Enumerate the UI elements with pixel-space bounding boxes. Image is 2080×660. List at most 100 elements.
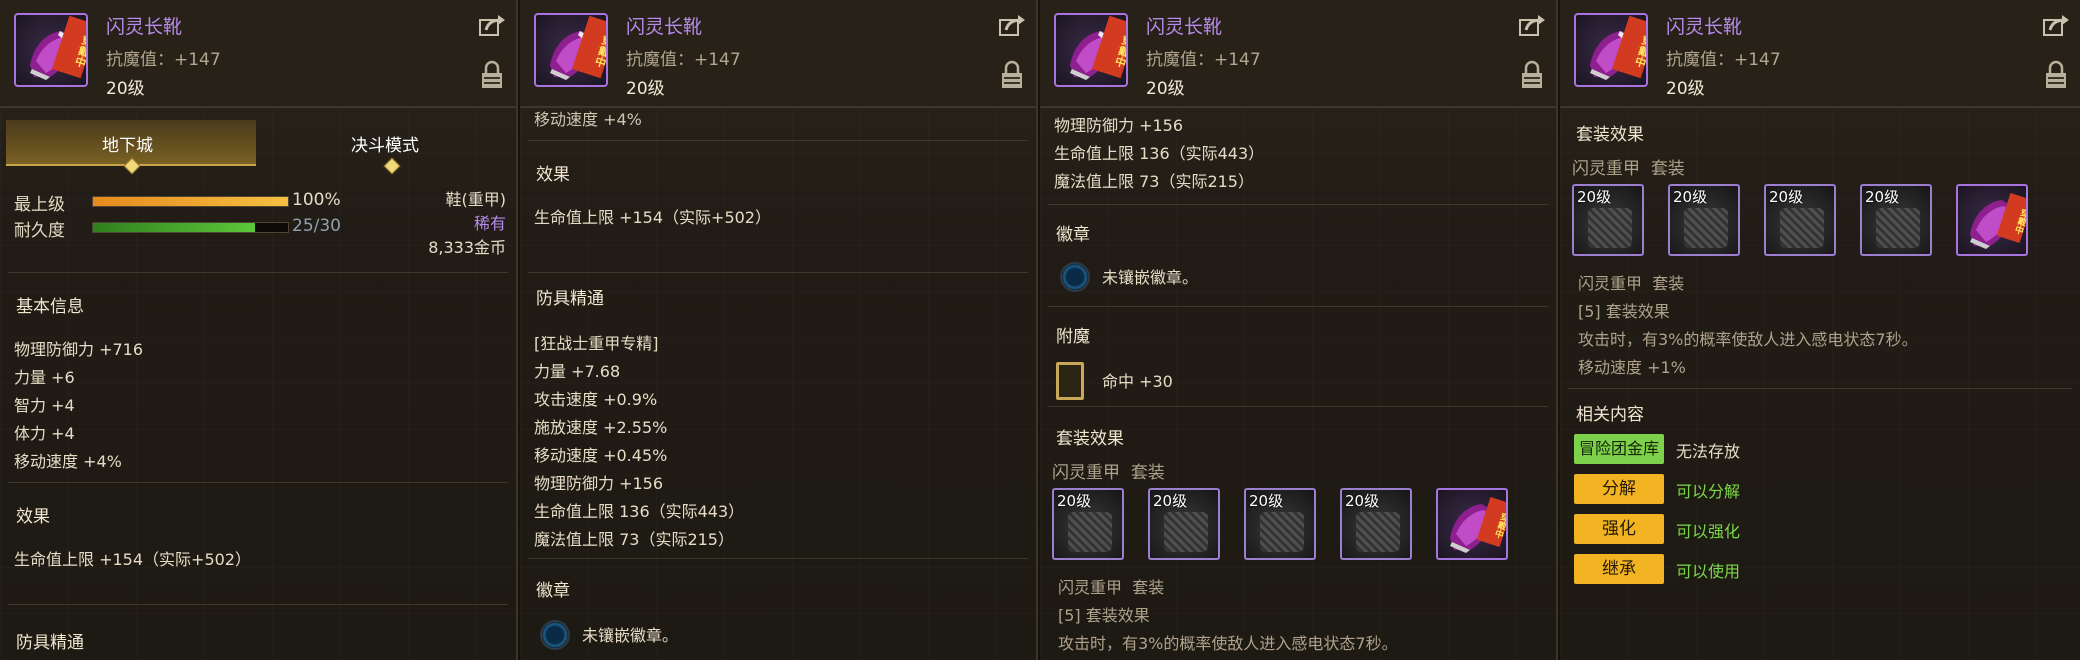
share-icon[interactable] — [2042, 14, 2070, 38]
top-line: 移动速度 +4% — [534, 110, 642, 129]
item-name: 闪灵长靴 — [106, 16, 183, 38]
set-slot[interactable]: 20级 — [1572, 184, 1644, 256]
slot-level: 20级 — [1057, 492, 1092, 510]
basic-info-title: 基本信息 — [16, 297, 84, 317]
share-icon[interactable] — [998, 14, 1026, 38]
set-slots: 20级 20级 20级 20级 穿戴中 — [1572, 184, 2032, 258]
share-icon[interactable] — [1518, 14, 1546, 38]
item-price: 8,333金币 — [428, 238, 506, 257]
tooltip-panel-3: 穿戴中 闪灵长靴 抗魔值：+147 20级 物理防御力 +156 生命值上限 1… — [1040, 0, 1558, 660]
mastery-line-6: 物理防御力 +156 — [534, 474, 664, 493]
set-name: 闪灵重甲 — [1572, 159, 1640, 179]
armor-icon — [1876, 208, 1920, 248]
disassemble-button[interactable]: 分解 — [1574, 474, 1664, 504]
armor-icon — [1684, 208, 1728, 248]
set-slot-equipped[interactable]: 穿戴中 — [1436, 488, 1508, 560]
item-stat: 抗魔值：+147 — [626, 50, 741, 70]
related-title: 相关内容 — [1576, 405, 1644, 425]
slot-level: 20级 — [1769, 188, 1804, 206]
divider — [8, 604, 508, 605]
set-slots: 20级 20级 20级 20级 穿戴中 — [1052, 488, 1512, 562]
mastery-line-3: 攻击速度 +0.9% — [534, 390, 658, 409]
item-name: 闪灵长靴 — [626, 16, 703, 38]
inherit-status: 可以使用 — [1676, 562, 1741, 581]
set-desc: 攻击时，有3%的概率使敌人进入感电状态7秒。 — [1578, 330, 1918, 349]
set-suffix: 套装 — [1130, 463, 1165, 483]
item-header: 穿戴中 闪灵长靴 抗魔值：+147 20级 — [1560, 0, 2080, 108]
item-stat: 抗魔值：+147 — [1146, 50, 1261, 70]
durability-bar-fill — [93, 223, 256, 232]
durability-label: 耐久度 — [14, 221, 65, 241]
lock-icon[interactable] — [480, 60, 504, 90]
set-title: 套装效果 — [1056, 429, 1124, 449]
set-slot[interactable]: 20级 — [1244, 488, 1316, 560]
lock-icon[interactable] — [2044, 60, 2068, 90]
item-stat: 抗魔值：+147 — [1666, 50, 1781, 70]
tab-pvp[interactable]: 决斗模式 — [256, 120, 512, 166]
account-storage-status: 无法存放 — [1676, 442, 1741, 461]
mastery-line-4: 施放速度 +2.55% — [534, 418, 668, 437]
set-name-line: 闪灵重甲 套装 — [1052, 458, 1165, 483]
set-slot[interactable]: 20级 — [1860, 184, 1932, 256]
mastery-line-1: [狂战士重甲专精] — [534, 334, 659, 353]
armor-icon — [1780, 208, 1824, 248]
set-slot[interactable]: 20级 — [1052, 488, 1124, 560]
basic-line-3: 智力 +4 — [14, 396, 75, 415]
item-stat: 抗魔值：+147 — [106, 50, 221, 70]
set-slot[interactable]: 20级 — [1764, 184, 1836, 256]
armor-icon — [1164, 512, 1208, 552]
item-icon: 穿戴中 — [14, 13, 88, 87]
set-suffix-2: 套装 — [1132, 578, 1165, 597]
inherit-button[interactable]: 继承 — [1574, 554, 1664, 584]
grade-bar-fill — [93, 197, 288, 206]
set-slot[interactable]: 20级 — [1340, 488, 1412, 560]
tab-dungeon-label: 地下城 — [102, 136, 153, 156]
set-slot-equipped[interactable]: 穿戴中 — [1956, 184, 2028, 256]
emblem-socket-icon — [1060, 262, 1090, 292]
item-header: 穿戴中 闪灵长靴 抗魔值：+147 20级 — [1040, 0, 1556, 108]
grade-label: 最上级 — [14, 195, 65, 215]
tooltip-panel-4: 穿戴中 闪灵长靴 抗魔值：+147 20级 套装效果 闪灵重甲 套装 20级 2… — [1560, 0, 2080, 660]
slot-level: 20级 — [1153, 492, 1188, 510]
slot-level: 20级 — [1673, 188, 1708, 206]
share-icon[interactable] — [478, 14, 506, 38]
set-name-line-2: 闪灵重甲 套装 — [1058, 574, 1164, 598]
armor-icon — [1356, 512, 1400, 552]
divider — [8, 482, 508, 483]
mastery-line-7: 生命值上限 136（实际443） — [534, 502, 745, 521]
item-level: 20级 — [1146, 79, 1185, 99]
tooltip-panel-1: 穿戴中 闪灵长靴 抗魔值：+147 20级 地下城 决斗模式 最上级 100% … — [0, 0, 518, 660]
item-rarity: 稀有 — [473, 214, 506, 233]
lock-icon[interactable] — [1000, 60, 1024, 90]
slot-level: 20级 — [1249, 492, 1284, 510]
grade-value: 100% — [292, 190, 341, 210]
set-slot[interactable]: 20级 — [1668, 184, 1740, 256]
divider — [528, 140, 1028, 141]
enchant-card-icon — [1056, 362, 1084, 400]
emblem-socket-icon — [540, 620, 570, 650]
set-effect: [5] 套装效果 — [1058, 606, 1150, 625]
set-desc: 攻击时，有3%的概率使敌人进入感电状态7秒。 — [1058, 634, 1398, 653]
top-line-3: 魔法值上限 73（实际215） — [1054, 172, 1254, 191]
item-icon: 穿戴中 — [1574, 13, 1648, 87]
effect-title: 效果 — [536, 165, 570, 185]
disassemble-status: 可以分解 — [1676, 482, 1741, 501]
slot-level: 20级 — [1865, 188, 1900, 206]
reinforce-button[interactable]: 强化 — [1574, 514, 1664, 544]
emblem-line: 未镶嵌徽章。 — [582, 626, 679, 645]
item-name: 闪灵长靴 — [1666, 16, 1743, 38]
item-name: 闪灵长靴 — [1146, 16, 1223, 38]
armor-icon — [1588, 208, 1632, 248]
set-suffix: 套装 — [1650, 159, 1685, 179]
slot-level: 20级 — [1577, 188, 1612, 206]
lock-icon[interactable] — [1520, 60, 1544, 90]
mastery-title: 防具精通 — [16, 633, 84, 653]
set-bonus: 移动速度 +1% — [1578, 358, 1686, 377]
set-slot[interactable]: 20级 — [1148, 488, 1220, 560]
set-name: 闪灵重甲 — [1052, 463, 1120, 483]
divider — [528, 558, 1028, 559]
set-title: 套装效果 — [1576, 125, 1644, 145]
account-storage-button[interactable]: 冒险团金库 — [1574, 434, 1664, 464]
set-effect: [5] 套装效果 — [1578, 302, 1670, 321]
item-header: 穿戴中 闪灵长靴 抗魔值：+147 20级 — [520, 0, 1036, 108]
